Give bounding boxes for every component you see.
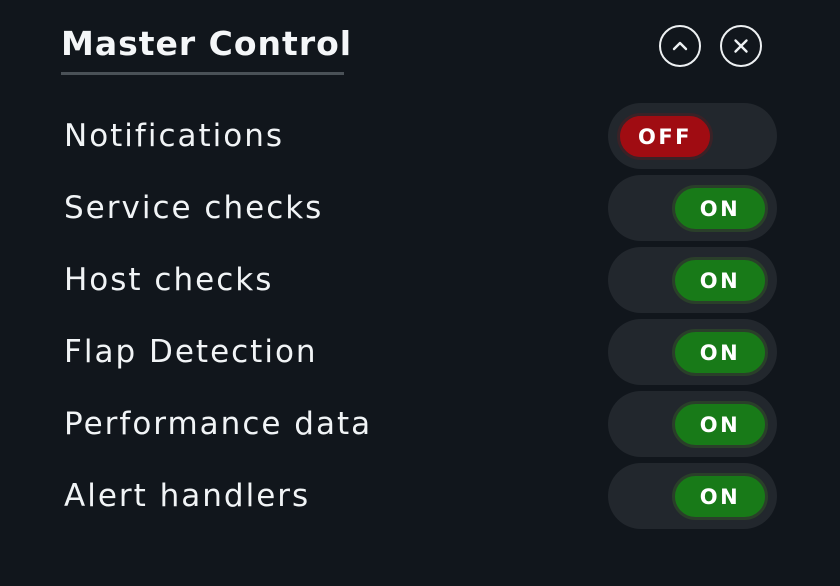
switch-row-service-checks: Service checks ON xyxy=(0,172,840,244)
switch-label: Service checks xyxy=(64,190,324,226)
switch-row-performance-data: Performance data ON xyxy=(0,388,840,460)
switch-label: Notifications xyxy=(64,118,285,154)
toggle-state: ON xyxy=(672,185,768,232)
close-icon xyxy=(734,39,748,53)
switch-label: Alert handlers xyxy=(64,478,311,514)
notifications-toggle[interactable]: OFF xyxy=(608,103,777,169)
chevron-up-icon xyxy=(672,41,688,51)
switch-row-notifications: Notifications OFF xyxy=(0,100,840,172)
switch-label: Flap Detection xyxy=(64,334,318,370)
switch-label: Performance data xyxy=(64,406,373,442)
collapse-button[interactable] xyxy=(659,25,701,67)
toggle-state: ON xyxy=(672,401,768,448)
panel-title: Master Control xyxy=(61,24,353,63)
service-checks-toggle[interactable]: ON xyxy=(608,175,777,241)
title-underline xyxy=(61,72,344,75)
alert-handlers-toggle[interactable]: ON xyxy=(608,463,777,529)
toggle-state: OFF xyxy=(617,113,713,160)
flap-detection-toggle[interactable]: ON xyxy=(608,319,777,385)
master-control-panel: Master Control Notifications OFF Service… xyxy=(0,0,840,586)
toggle-state: ON xyxy=(672,257,768,304)
toggle-state: ON xyxy=(672,473,768,520)
switch-row-flap-detection: Flap Detection ON xyxy=(0,316,840,388)
close-button[interactable] xyxy=(720,25,762,67)
switch-row-alert-handlers: Alert handlers ON xyxy=(0,460,840,532)
host-checks-toggle[interactable]: ON xyxy=(608,247,777,313)
toggle-state: ON xyxy=(672,329,768,376)
performance-data-toggle[interactable]: ON xyxy=(608,391,777,457)
switch-label: Host checks xyxy=(64,262,274,298)
switch-row-host-checks: Host checks ON xyxy=(0,244,840,316)
